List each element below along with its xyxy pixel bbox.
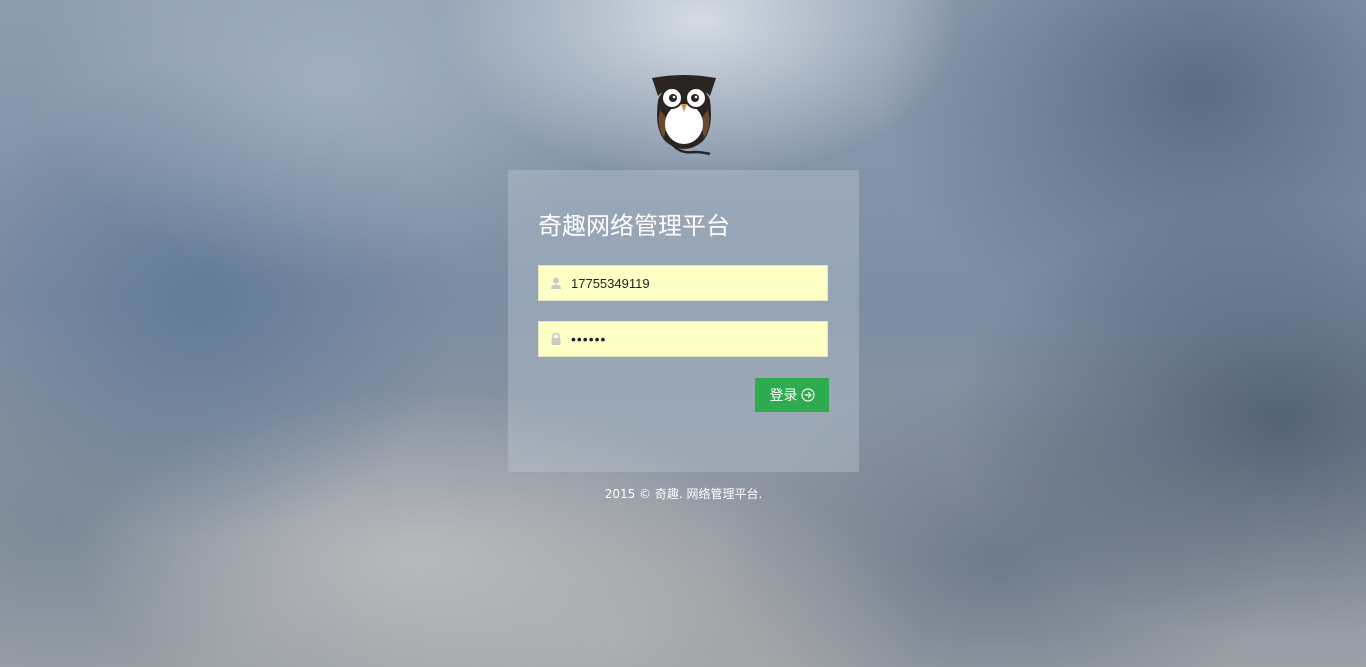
footer-copyright: 2015 © 奇趣. 网络管理平台. (604, 487, 763, 501)
login-panel: 奇趣网络管理平台 登录 (508, 170, 859, 472)
password-input[interactable] (571, 322, 821, 356)
user-icon (551, 277, 561, 289)
page-title: 奇趣网络管理平台 (538, 212, 730, 240)
circle-arrow-right-icon (800, 388, 815, 402)
username-field[interactable] (538, 265, 828, 301)
login-button[interactable]: 登录 (755, 378, 829, 412)
lock-icon (551, 332, 561, 345)
owl-logo-icon (652, 75, 716, 156)
password-field[interactable] (538, 321, 828, 357)
username-input[interactable] (571, 266, 821, 300)
login-button-label: 登录 (769, 388, 798, 404)
